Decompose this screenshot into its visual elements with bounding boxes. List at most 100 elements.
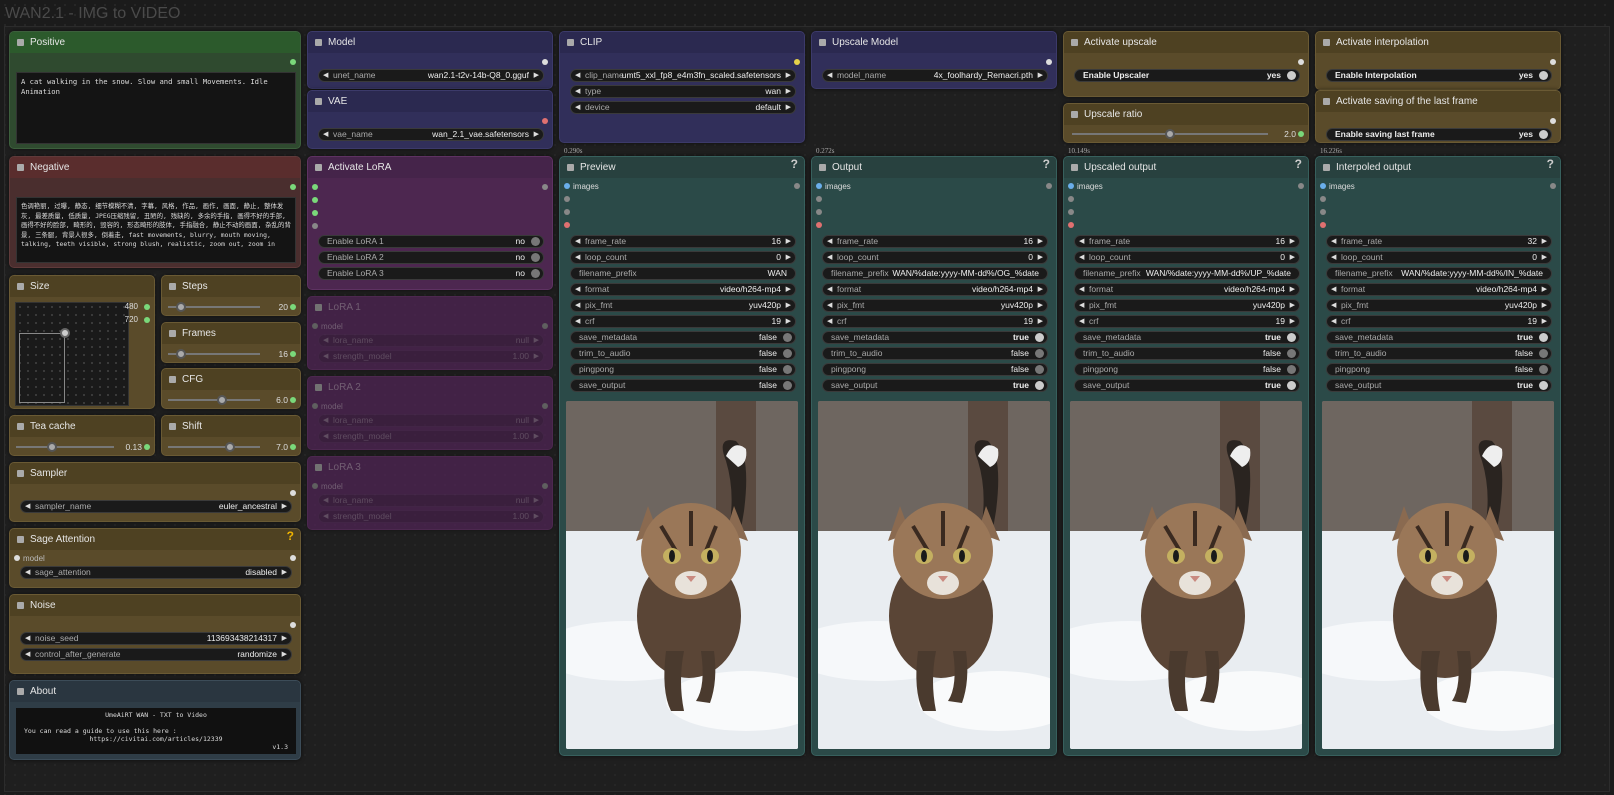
pix-fmt-widget[interactable]: ◀ pix_fmt yuv420p ▶ [570,299,796,312]
crf-widget[interactable]: ◀ crf 19 ▶ [1326,315,1552,328]
model-input-socket[interactable] [312,323,318,329]
frames-node[interactable]: Frames 16 [161,322,301,363]
model-output-socket[interactable] [290,555,296,561]
cfg-slider[interactable]: 6.0 [168,395,290,405]
format-widget[interactable]: ◀ format video/h264-mp4 ▶ [570,283,796,296]
audio-input-socket[interactable] [1068,196,1074,202]
upscale-ratio-slider[interactable]: 2.0 [1072,129,1298,139]
loop-count-widget[interactable]: ◀ loop_count 0 ▶ [1074,251,1300,264]
steps-slider-thumb[interactable] [176,302,187,312]
save-output-widget[interactable]: save_output true [1074,379,1300,392]
filenames-output-socket[interactable] [1550,183,1556,189]
filenames-output-socket[interactable] [794,183,800,189]
vae-input-socket[interactable] [1320,222,1326,228]
teacache-slider[interactable]: 0.13 [16,442,144,452]
meta-batch-input-socket[interactable] [816,209,822,215]
filename-prefix-widget[interactable]: filename_prefix WAN/%date:yyyy-MM-dd%/OG_… [822,267,1048,280]
enable-lora-2-toggle[interactable]: Enable LoRA 2 no [318,251,544,264]
clip-type-combo[interactable]: ◀ type wan ▶ [570,85,796,98]
shift-slider-thumb[interactable] [225,442,236,452]
preview-node[interactable]: Preview ? images ◀ frame_rate 16 ▶ ◀ loop_cou… [559,156,805,756]
enable-lora-1-toggle[interactable]: Enable LoRA 1 no [318,235,544,248]
format-widget[interactable]: ◀ format video/h264-mp4 ▶ [1326,283,1552,296]
model-node[interactable]: Model ◀ unet_name wan2.1-t2v-14b-Q8_0.gguf… [307,31,553,89]
lora-input-socket-3[interactable] [312,210,318,216]
video-preview[interactable] [566,401,798,749]
pix-fmt-widget[interactable]: ◀ pix_fmt yuv420p ▶ [822,299,1048,312]
lora-3-node[interactable]: LoRA 3 model ◀ lora_name null ▶ ◀ strength_m… [307,456,553,530]
size-handle[interactable] [60,328,70,338]
negative-node[interactable]: Negative 色调艳丽, 过曝, 静态, 细节模糊不清, 字幕, 风格, 作… [9,156,301,268]
steps-slider[interactable]: 20 [168,302,290,312]
pingpong-widget[interactable]: pingpong false [1326,363,1552,376]
lora-input-socket-4[interactable] [312,223,318,229]
pingpong-widget[interactable]: pingpong false [1074,363,1300,376]
output-node[interactable]: Output ? images ◀ frame_rate 16 ▶ ◀ loop_coun… [811,156,1057,756]
model-input-socket[interactable] [14,555,20,561]
conditioning-output-socket[interactable] [290,59,296,65]
save-output-widget[interactable]: save_output true [822,379,1048,392]
help-icon[interactable]: ? [1295,157,1302,171]
images-input-socket[interactable] [564,183,570,189]
cfg-slider-thumb[interactable] [217,395,228,405]
cfg-output-socket[interactable] [290,397,296,403]
model-output-socket[interactable] [542,323,548,329]
crf-widget[interactable]: ◀ crf 19 ▶ [822,315,1048,328]
enable-lora-3-toggle[interactable]: Enable LoRA 3 no [318,267,544,280]
activate-save-last-output-socket[interactable] [1550,118,1556,124]
filename-prefix-widget[interactable]: filename_prefix WAN/%date:yyyy-MM-dd%/UP_… [1074,267,1300,280]
steps-output-socket[interactable] [290,304,296,310]
lora-input-socket-1[interactable] [312,184,318,190]
save-metadata-widget[interactable]: save_metadata true [1074,331,1300,344]
lora-1-strength-widget[interactable]: ◀ strength_model 1.00 ▶ [318,350,544,363]
vae-output-socket[interactable] [542,118,548,124]
node-graph-canvas[interactable]: WAN2.1 - IMG to VIDEO Positive A cat wal… [0,0,1614,795]
lora-2-name-combo[interactable]: ◀ lora_name null ▶ [318,414,544,427]
frame-rate-widget[interactable]: ◀ frame_rate 16 ▶ [570,235,796,248]
trim-to-audio-widget[interactable]: trim_to_audio false [1074,347,1300,360]
activate-save-last-frame-node[interactable]: Activate saving of the last frame Enable… [1315,90,1561,143]
noise-node[interactable]: Noise ◀ noise_seed 113693438214317 ▶ ◀ contr… [9,594,301,674]
filenames-output-socket[interactable] [1046,183,1052,189]
cfg-node[interactable]: CFG 6.0 [161,368,301,409]
steps-node[interactable]: Steps 20 [161,275,301,316]
audio-input-socket[interactable] [816,196,822,202]
positive-node[interactable]: Positive A cat walking in the snow. Slow… [9,31,301,149]
model-output-socket[interactable] [542,59,548,65]
lora-1-name-combo[interactable]: ◀ lora_name null ▶ [318,334,544,347]
frame-rate-widget[interactable]: ◀ frame_rate 16 ▶ [1074,235,1300,248]
lora-1-node[interactable]: LoRA 1 model ◀ lora_name null ▶ ◀ strength_m… [307,296,553,370]
help-icon[interactable]: ? [1043,157,1050,171]
activate-interpolation-node[interactable]: Activate interpolation Enable Interpolat… [1315,31,1561,90]
teacache-node[interactable]: Tea cache 0.13 [9,415,155,456]
lora-2-node[interactable]: LoRA 2 model ◀ lora_name null ▶ ◀ strength_m… [307,376,553,450]
height-output-socket[interactable] [144,317,150,323]
upscale-model-output-socket[interactable] [1046,59,1052,65]
sampler-output-socket[interactable] [290,490,296,496]
sampler-node[interactable]: Sampler ◀ sampler_name euler_ancestral ▶ [9,462,301,522]
upscale-ratio-thumb[interactable] [1165,129,1175,139]
trim-to-audio-widget[interactable]: trim_to_audio false [570,347,796,360]
lora-3-name-combo[interactable]: ◀ lora_name null ▶ [318,494,544,507]
model-output-socket[interactable] [542,483,548,489]
teacache-slider-thumb[interactable] [46,442,57,452]
trim-to-audio-widget[interactable]: trim_to_audio false [822,347,1048,360]
lora-2-strength-widget[interactable]: ◀ strength_model 1.00 ▶ [318,430,544,443]
vae-input-socket[interactable] [564,222,570,228]
filename-prefix-widget[interactable]: filename_prefix WAN/%date:yyyy-MM-dd%/IN_… [1326,267,1552,280]
frames-slider[interactable]: 16 [168,349,290,359]
sage-attention-combo[interactable]: ◀ sage_attention disabled ▶ [20,566,292,579]
video-preview[interactable] [1322,401,1554,749]
lora-input-socket-2[interactable] [312,197,318,203]
width-output-socket[interactable] [144,304,150,310]
lora-output-socket[interactable] [542,184,548,190]
frame-rate-widget[interactable]: ◀ frame_rate 32 ▶ [1326,235,1552,248]
negative-prompt-textarea[interactable]: 色调艳丽, 过曝, 静态, 细节模糊不清, 字幕, 风格, 作品, 画作, 画面… [16,197,296,263]
images-input-socket[interactable] [1068,183,1074,189]
size-canvas-widget[interactable] [15,302,129,406]
help-icon[interactable]: ? [1547,157,1554,171]
shift-output-socket[interactable] [290,444,296,450]
clip-node[interactable]: CLIP ◀ clip_name umt5_xxl_fp8_e4m3fn_scale… [559,31,805,143]
meta-batch-input-socket[interactable] [564,209,570,215]
video-preview[interactable] [1070,401,1302,749]
